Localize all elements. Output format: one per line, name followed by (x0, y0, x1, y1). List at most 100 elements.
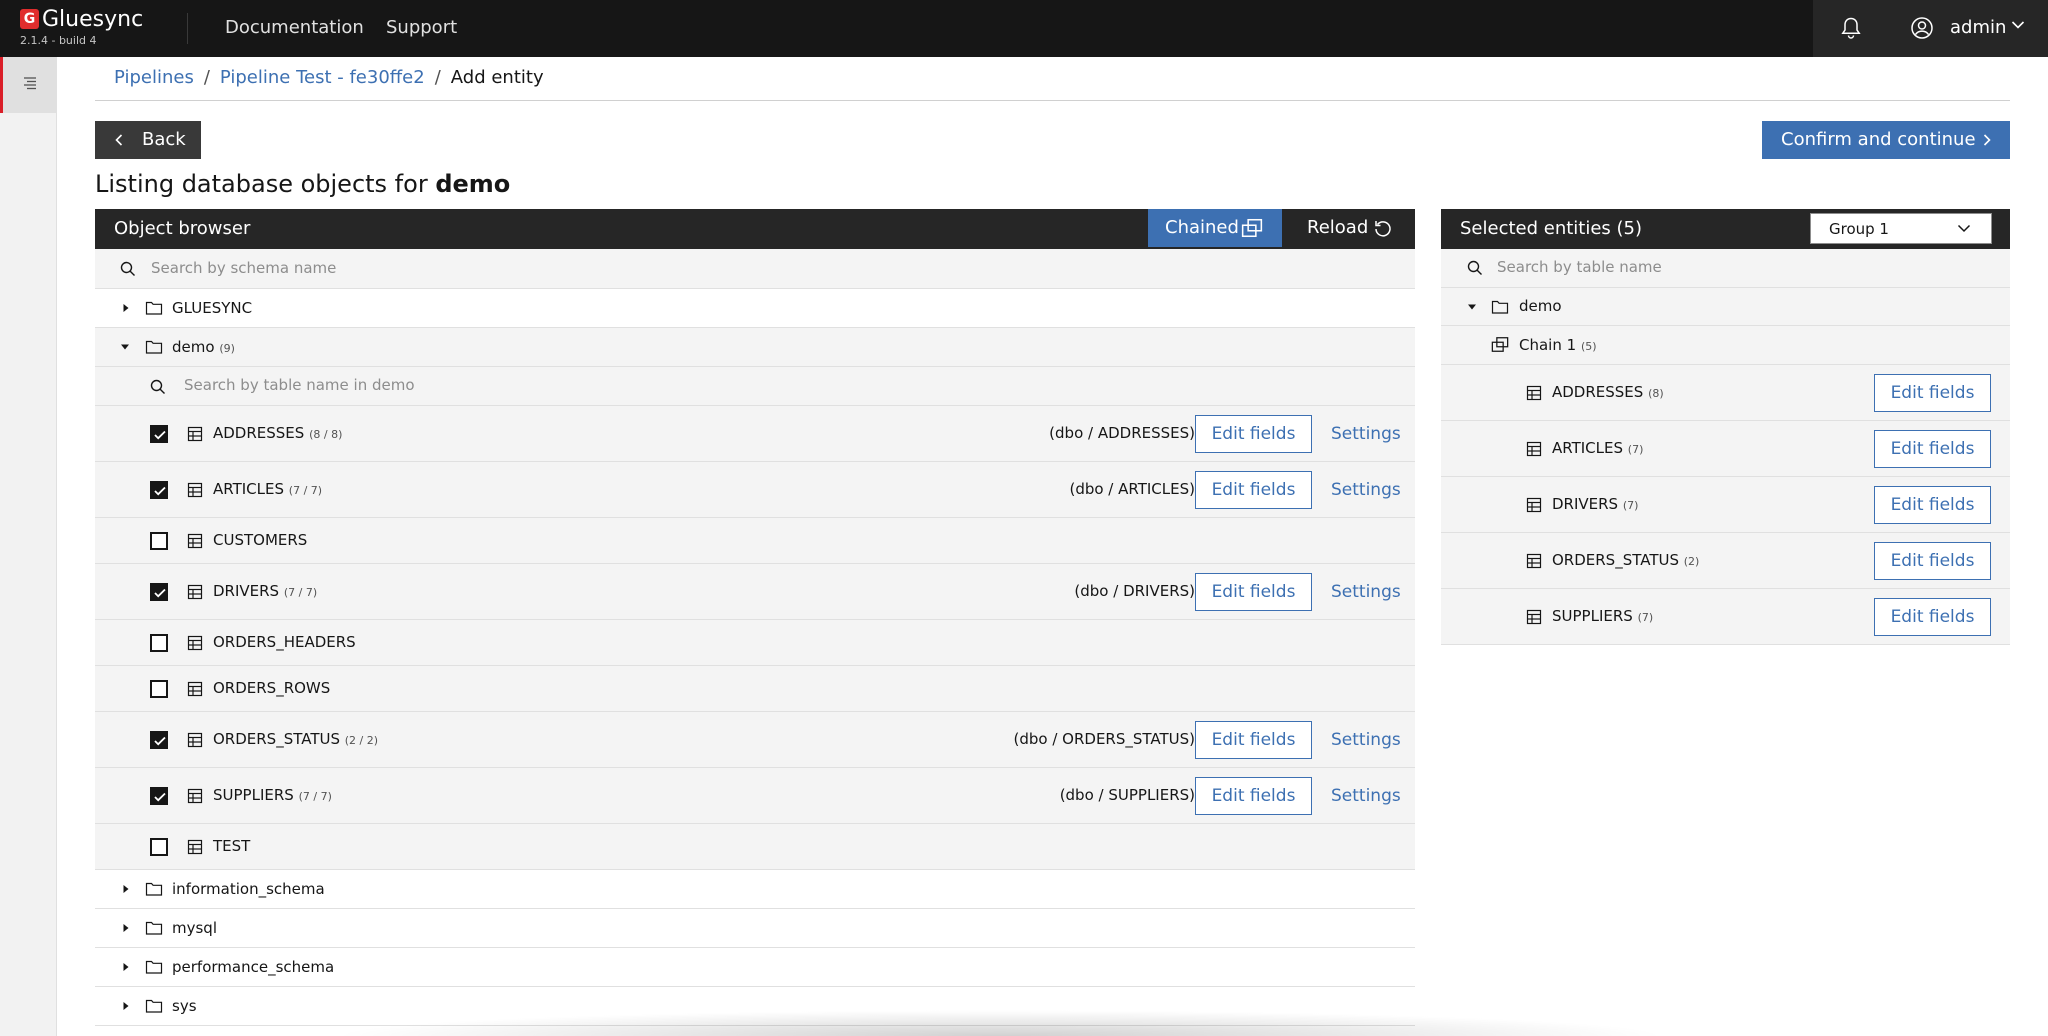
table-checkbox[interactable] (150, 731, 168, 749)
table-row-orders-headers: ORDERS_HEADERS (95, 620, 1415, 666)
side-rail-pipelines-item[interactable] (0, 57, 57, 113)
table-icon (187, 681, 203, 697)
table-icon (1526, 385, 1542, 401)
schema-row-performance-schema[interactable]: performance_schema (95, 948, 1415, 987)
bell-icon[interactable] (1840, 16, 1862, 40)
edit-fields-button[interactable]: Edit fields (1874, 374, 1991, 412)
page-title: Listing database objects for demo (95, 170, 510, 198)
table-name: DRIVERS (7 / 7) (213, 582, 317, 600)
caret-right-icon[interactable] (122, 1001, 130, 1011)
caret-right-icon[interactable] (122, 303, 130, 313)
chained-toggle-button[interactable]: Chained (1148, 209, 1282, 247)
confirm-and-continue-button[interactable]: Confirm and continue (1762, 121, 2010, 159)
table-path: (dbo / ORDERS_STATUS) (1013, 730, 1196, 748)
caret-down-icon[interactable] (120, 343, 130, 351)
group-select[interactable]: Group 1 (1810, 213, 1992, 244)
reload-button[interactable]: Reload (1285, 209, 1415, 247)
caret-right-icon[interactable] (122, 884, 130, 894)
table-name-text: ORDERS_HEADERS (213, 633, 356, 651)
settings-link[interactable]: Settings (1331, 424, 1401, 444)
schema-row-mysql[interactable]: mysql (95, 909, 1415, 948)
table-search-field[interactable]: Search by table name in demo (95, 367, 1415, 406)
table-icon (187, 584, 203, 600)
table-path: (dbo / ARTICLES) (1069, 480, 1195, 498)
table-row-orders-rows: ORDERS_ROWS (95, 666, 1415, 712)
settings-link[interactable]: Settings (1331, 730, 1401, 750)
table-name-text: DRIVERS (213, 582, 280, 600)
user-name[interactable]: admin (1950, 17, 2006, 38)
caret-down-icon[interactable] (1467, 303, 1477, 311)
table-count: (7 / 7) (288, 484, 323, 497)
table-checkbox[interactable] (150, 838, 168, 856)
user-avatar-icon[interactable] (1910, 16, 1934, 40)
table-checkbox[interactable] (150, 787, 168, 805)
caret-right-icon[interactable] (122, 962, 130, 972)
breadcrumb-separator: / (434, 67, 441, 88)
selected-schema-demo[interactable]: demo (1441, 288, 2010, 326)
schema-row-gluesync[interactable]: GLUESYNC (95, 289, 1415, 328)
side-rail (0, 57, 57, 1036)
table-name: TEST (213, 837, 250, 855)
settings-link[interactable]: Settings (1331, 786, 1401, 806)
table-name: SUPPLIERS (7 / 7) (213, 786, 332, 804)
edit-fields-button[interactable]: Edit fields (1195, 777, 1312, 815)
table-checkbox[interactable] (150, 680, 168, 698)
table-path: (dbo / SUPPLIERS) (1059, 786, 1195, 804)
top-bar: G Gluesync 2.1.4 - build 4 Documentation… (0, 0, 2048, 57)
entity-name-text: ARTICLES (1552, 439, 1624, 457)
selected-entity-row: ARTICLES (7) Edit fields (1441, 421, 2010, 477)
chain-row[interactable]: Chain 1 (5) (1441, 326, 2010, 365)
table-name: ORDERS_HEADERS (213, 633, 356, 651)
group-select-value: Group 1 (1829, 220, 1889, 238)
schema-row-demo[interactable]: demo (9) (95, 328, 1415, 367)
checkmark-icon (154, 486, 166, 496)
breadcrumb-pipelines[interactable]: Pipelines (114, 67, 194, 88)
nav-documentation[interactable]: Documentation (225, 17, 364, 38)
back-button[interactable]: Back (95, 121, 201, 159)
edit-fields-button[interactable]: Edit fields (1195, 471, 1312, 509)
edit-fields-button[interactable]: Edit fields (1195, 721, 1312, 759)
chain-icon (1491, 336, 1509, 353)
search-icon (150, 379, 166, 395)
table-checkbox[interactable] (150, 583, 168, 601)
edit-fields-button[interactable]: Edit fields (1195, 415, 1312, 453)
edit-fields-button[interactable]: Edit fields (1874, 486, 1991, 524)
confirm-button-label: Confirm and continue (1781, 129, 1976, 150)
chain-name: Chain 1 (5) (1519, 336, 1597, 354)
table-count: (2 / 2) (344, 734, 379, 747)
schema-row-information-schema[interactable]: information_schema (95, 870, 1415, 909)
chain-name-text: Chain 1 (1519, 336, 1577, 354)
table-checkbox[interactable] (150, 634, 168, 652)
edit-fields-button[interactable]: Edit fields (1874, 430, 1991, 468)
edit-fields-button[interactable]: Edit fields (1874, 598, 1991, 636)
checkmark-icon (154, 736, 166, 746)
selected-entity-row: ADDRESSES (8) Edit fields (1441, 365, 2010, 421)
nav-support[interactable]: Support (386, 17, 457, 38)
schema-search-field[interactable]: Search by schema name (95, 249, 1415, 289)
edit-fields-button[interactable]: Edit fields (1195, 573, 1312, 611)
table-path: (dbo / ADDRESSES) (1049, 424, 1195, 442)
settings-link[interactable]: Settings (1331, 582, 1401, 602)
chevron-right-icon (1983, 134, 1991, 146)
chevron-down-icon[interactable] (2011, 20, 2025, 30)
table-checkbox[interactable] (150, 425, 168, 443)
settings-link[interactable]: Settings (1331, 480, 1401, 500)
caret-right-icon[interactable] (122, 923, 130, 933)
entity-count: (7) (1622, 499, 1639, 512)
table-name-text: CUSTOMERS (213, 531, 308, 549)
entity-search-field[interactable]: Search by table name (1441, 249, 2010, 288)
checkmark-icon (154, 430, 166, 440)
entity-count: (2) (1683, 555, 1700, 568)
breadcrumb-separator: / (203, 67, 210, 88)
table-checkbox[interactable] (150, 481, 168, 499)
table-icon (1526, 497, 1542, 513)
chevron-left-icon (115, 134, 123, 146)
table-row-customers: CUSTOMERS (95, 518, 1415, 564)
chain-icon (1241, 218, 1263, 238)
table-name-text: TEST (213, 837, 251, 855)
breadcrumb-current: Add entity (450, 67, 544, 88)
edit-fields-button[interactable]: Edit fields (1874, 542, 1991, 580)
table-checkbox[interactable] (150, 532, 168, 550)
breadcrumb-pipeline[interactable]: Pipeline Test - fe30ffe2 (220, 67, 425, 88)
table-name-text: ORDERS_ROWS (213, 679, 331, 697)
